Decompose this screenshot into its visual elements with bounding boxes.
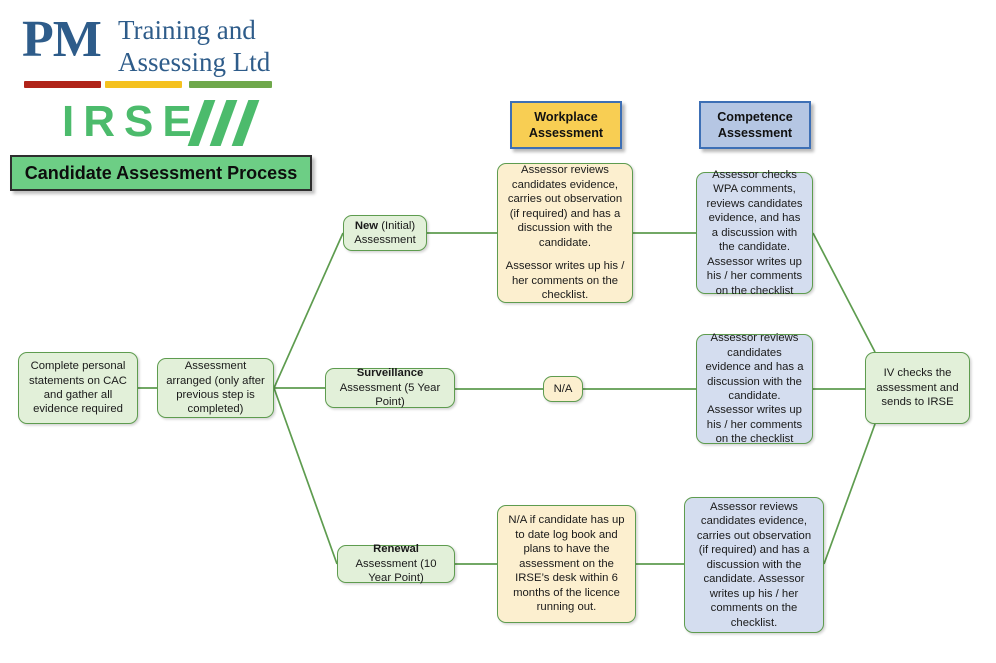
node-assessment-arranged: Assessment arranged (only after previous… [157,358,274,418]
header-workplace-assessment: Workplace Assessment [510,101,622,149]
node-branch-surveillance-text: Surveillance Assessment (5 Year Point) [333,366,447,409]
header-workplace-line1: Workplace [534,109,598,124]
node-ca-renewal-text: Assessor reviews candidates evidence, ca… [696,500,812,629]
node-wpa-surveillance-na: N/A [543,376,583,402]
node-branch-surveillance-strong: Surveillance [356,367,424,380]
pm-logo-rule-green [189,81,272,88]
node-branch-new-strong: New [354,219,379,232]
pm-logo-rule-yellow [105,81,182,88]
node-branch-renewal-text: Renewal Assessment (10 Year Point) [345,542,447,585]
node-wpa-new-paragraph-1: Assessor reviews candidates evidence, ca… [507,164,623,249]
irse-logo-slashes-icon [187,100,266,146]
node-start-text: Complete personal statements on CAC and … [29,360,127,416]
pm-logo-rule-red [24,81,101,88]
node-ca-new: Assessor checks WPA comments, reviews ca… [696,169,813,297]
irse-slash-3 [231,100,260,146]
node-wpa-surveillance-text: N/A [553,382,573,395]
node-ca-new-text: Assessor checks WPA comments, reviews ca… [706,168,803,297]
node-iv-checks: IV checks the assessment and sends to IR… [865,352,970,424]
node-complete-personal-statements: Complete personal statements on CAC and … [18,352,138,424]
diagram-canvas: PM Training and Assessing Ltd IRSE Candi… [0,0,996,663]
node-branch-renewal-strong: Renewal [373,543,419,556]
page-title: Candidate Assessment Process [10,155,312,191]
wire-arranged-to-renewal [273,387,338,565]
node-branch-new-text: New (Initial) Assessment [351,219,419,248]
node-wpa-new-paragraph-2: Assessor writes up his / her comments on… [505,260,625,302]
node-wpa-renewal: N/A if candidate has up to date log book… [497,505,636,623]
node-ca-renewal: Assessor reviews candidates evidence, ca… [684,497,824,633]
node-wpa-new: Assessor reviews candidates evidence, ca… [497,163,633,303]
node-branch-surveillance-rest: Assessment (5 Year Point) [339,381,441,409]
pm-training-logo: PM Training and Assessing Ltd [22,12,274,94]
header-workplace-line2: Assessment [528,126,604,140]
node-branch-new-assessment: New (Initial) Assessment [343,215,427,251]
page-title-text: Candidate Assessment Process [24,162,298,183]
node-arranged-text: Assessment arranged (only after previous… [166,360,265,416]
node-branch-renewal-rest: Assessment (10 Year Point) [355,557,437,585]
wire-arranged-to-new [273,232,344,389]
pm-logo-line1: Training and [118,15,256,45]
node-branch-surveillance-assessment: Surveillance Assessment (5 Year Point) [325,366,455,409]
wire-ca-new-to-iv [812,232,876,353]
header-competence-line2: Assessment [717,126,793,140]
pm-logo-rules [24,81,272,88]
node-ca-surveillance: Assessor reviews candidates evidence and… [696,332,813,446]
wire-ca-renewal-to-iv [823,423,876,565]
node-branch-renewal-assessment: Renewal Assessment (10 Year Point) [337,542,455,585]
node-iv-text: IV checks the assessment and sends to IR… [876,367,959,409]
header-competence-assessment: Competence Assessment [699,101,811,149]
pm-logo-line2: Assessing Ltd [118,46,271,77]
irse-logo-text: IRSE [62,97,201,146]
node-ca-surveillance-text: Assessor reviews candidates evidence and… [705,332,804,446]
pm-logo-wordmark: Training and Assessing Ltd [118,15,270,79]
header-competence-line1: Competence [717,109,793,124]
pm-logo-letters: PM [22,11,102,68]
node-wpa-renewal-text: N/A if candidate has up to date log book… [508,514,625,614]
